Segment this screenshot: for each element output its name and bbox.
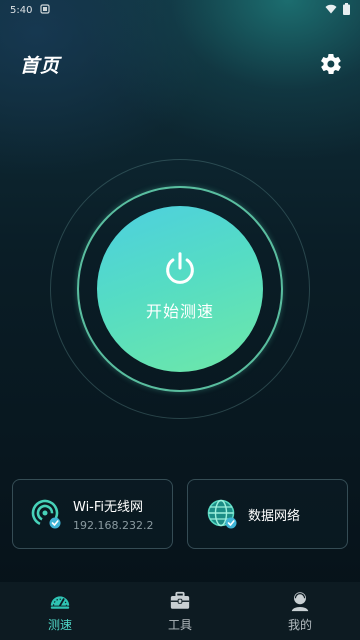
mobile-data-card[interactable]: 数据网络: [187, 479, 348, 549]
page-title: 首页: [20, 54, 61, 77]
battery-icon: [343, 2, 350, 18]
wifi-card-ip: 192.168.232.2: [73, 519, 154, 532]
tab-tools-label: 工具: [167, 617, 192, 632]
tab-speed-test[interactable]: 测速: [0, 582, 120, 640]
profile-icon: [291, 591, 309, 611]
tab-speed-test-label: 测速: [47, 617, 72, 632]
tab-tools[interactable]: 工具: [120, 582, 240, 640]
speedometer-icon: [50, 595, 70, 609]
settings-button[interactable]: [318, 51, 344, 77]
start-button-label: 开始测速: [145, 302, 214, 321]
wifi-card-title: Wi-Fi无线网: [73, 500, 144, 515]
header: 首页: [20, 48, 344, 80]
wifi-status-icon: [325, 4, 337, 17]
network-cards: Wi-Fi无线网 192.168.232.2 数据网络: [12, 479, 348, 549]
start-speed-test-button[interactable]: 开始测速: [97, 206, 263, 372]
tab-profile[interactable]: 我的: [240, 582, 360, 640]
bottom-tab-bar: 测速 工具 我的: [0, 582, 360, 640]
wifi-card[interactable]: Wi-Fi无线网 192.168.232.2: [12, 479, 173, 549]
mobile-data-card-title: 数据网络: [248, 508, 301, 524]
notification-icon: [40, 3, 51, 17]
gear-icon: [321, 53, 341, 75]
toolbox-icon: [170, 591, 190, 609]
wifi-signal-icon: [31, 499, 61, 529]
power-icon: [166, 252, 194, 284]
globe-icon: [207, 499, 237, 529]
status-time: 5:40: [10, 4, 33, 16]
tab-profile-label: 我的: [287, 617, 312, 632]
status-bar: 5:40: [0, 0, 360, 20]
